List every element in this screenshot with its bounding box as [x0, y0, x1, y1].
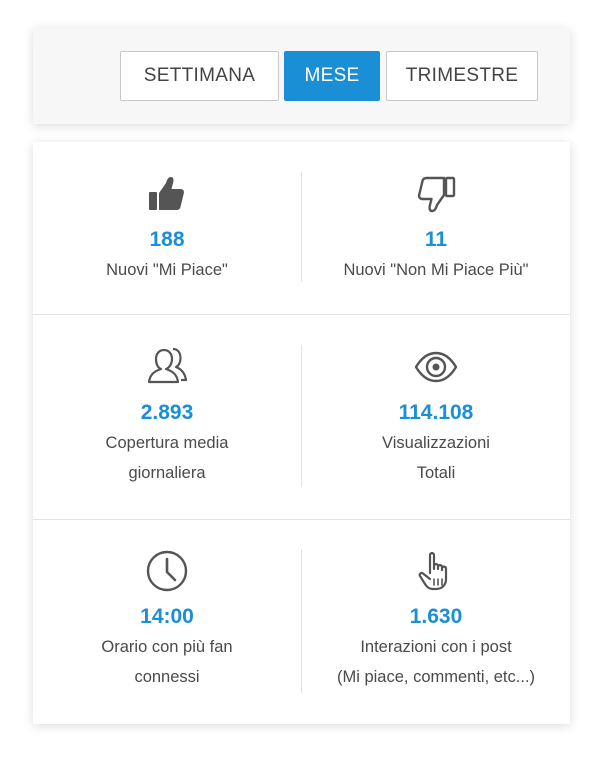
eye-icon: [414, 345, 458, 389]
stat-label: Visualizzazioni Totali: [382, 434, 490, 482]
stat-value: 14:00: [140, 605, 194, 628]
quarter-button[interactable]: TRIMESTRE: [386, 51, 538, 101]
stats-panel: 188 Nuovi "Mi Piace" 11 Nuovi "Non Mi Pi…: [33, 142, 570, 724]
stat-label: Orario con più fan connessi: [101, 638, 233, 686]
stat-label: Copertura media giornaliera: [105, 434, 229, 482]
stat-label: Nuovi "Mi Piace": [106, 261, 228, 279]
clock-icon: [145, 549, 189, 593]
stat-peak-hour: 14:00 Orario con più fan connessi: [33, 549, 301, 692]
users-icon: [145, 345, 189, 389]
stat-label: Interazioni con i post (Mi piace, commen…: [336, 638, 536, 686]
stat-total-views: 114.108 Visualizzazioni Totali: [302, 345, 570, 488]
stat-value: 11: [424, 228, 448, 251]
month-button[interactable]: MESE: [284, 51, 380, 101]
week-button[interactable]: SETTIMANA: [120, 51, 279, 101]
stat-value: 2.893: [140, 401, 194, 424]
thumbs-down-icon: [414, 172, 458, 216]
stat-value: 188: [149, 228, 185, 251]
pointer-hand-icon: [414, 549, 458, 593]
stat-new-unlikes: 11 Nuovi "Non Mi Piace Più": [302, 172, 570, 285]
row-divider: [33, 519, 570, 520]
stat-post-interactions: 1.630 Interazioni con i post (Mi piace, …: [302, 549, 570, 692]
stat-new-likes: 188 Nuovi "Mi Piace": [33, 172, 301, 285]
thumbs-up-icon: [145, 172, 189, 216]
period-selector: SETTIMANA MESE TRIMESTRE: [33, 28, 570, 124]
row-divider: [33, 314, 570, 315]
stat-daily-reach: 2.893 Copertura media giornaliera: [33, 345, 301, 488]
stat-value: 1.630: [409, 605, 463, 628]
stat-label: Nuovi "Non Mi Piace Più": [343, 261, 529, 279]
stat-value: 114.108: [398, 401, 474, 424]
